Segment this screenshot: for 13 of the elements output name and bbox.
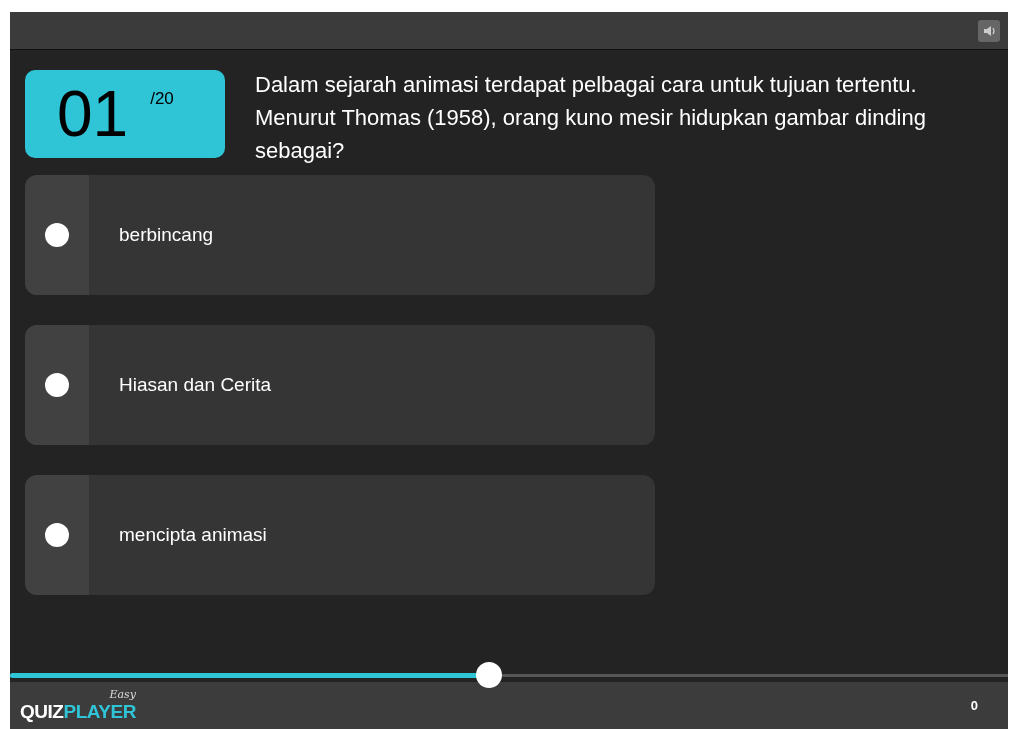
radio-icon [45, 223, 69, 247]
answer-option[interactable]: berbincang [25, 175, 655, 295]
answer-option[interactable]: Hiasan dan Cerita [25, 325, 655, 445]
question-total: /20 [150, 88, 174, 110]
question-number: 01 [57, 77, 129, 152]
answer-option[interactable]: mencipta animasi [25, 475, 655, 595]
radio-icon [45, 373, 69, 397]
score: 0 [970, 696, 978, 715]
question-text: Dalam sejarah animasi terdapat pelbagai cara untuk tujuan tertentu. Menurut Thomas (1958), orang kuno mesir hidupkan gambar dinding sebagai? [255, 71, 927, 165]
speaker-icon[interactable] [978, 19, 1000, 42]
slider-handle[interactable] [476, 662, 503, 688]
quizplayer-logo: Easy QUIZPLAYER [20, 688, 136, 723]
radio-icon [45, 523, 69, 547]
